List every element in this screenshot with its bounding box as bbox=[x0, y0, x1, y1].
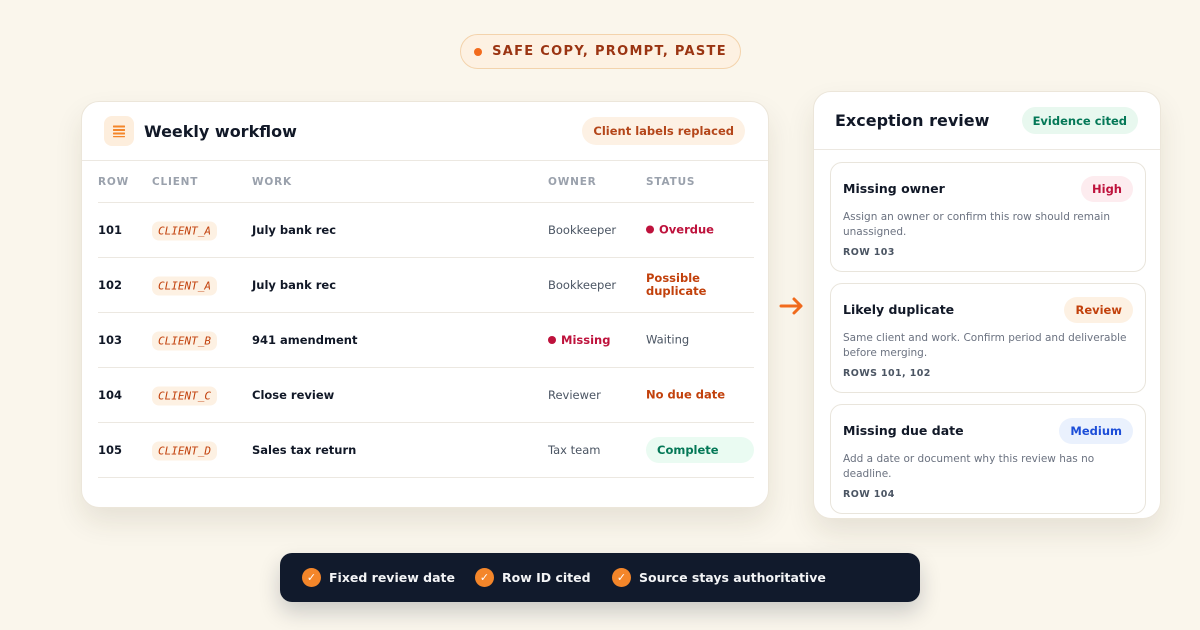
client-cell: CLIENT_A bbox=[152, 220, 217, 241]
row-id: 102 bbox=[98, 278, 123, 292]
status-text-line2: duplicate bbox=[646, 284, 707, 298]
exception-item[interactable]: Likely duplicate Review Same client and … bbox=[830, 283, 1146, 393]
work-cell: July bank rec bbox=[252, 278, 337, 292]
row-id: 103 bbox=[98, 333, 123, 347]
client-labels-badge: Client labels replaced bbox=[582, 117, 745, 145]
work-cell: Close review bbox=[252, 388, 335, 402]
exception-item[interactable]: Missing due date Medium Add a date or do… bbox=[830, 404, 1146, 514]
client-cell: CLIENT_C bbox=[152, 385, 217, 406]
owner-cell: Missing bbox=[548, 333, 610, 347]
status-cell: No due date bbox=[646, 387, 726, 402]
checklist-item: ✓ Row ID cited bbox=[475, 568, 591, 587]
table-row[interactable]: 103 CLIENT_B 941 amendment Missing Waiti… bbox=[98, 313, 754, 368]
owner-cell: Tax team bbox=[548, 443, 601, 457]
exception-title: Exception review bbox=[835, 111, 990, 130]
exception-header: Exception review Evidence cited bbox=[814, 92, 1160, 150]
row-id: 104 bbox=[98, 388, 123, 402]
work-cell: July bank rec bbox=[252, 223, 337, 237]
banner-label: SAFE COPY, PROMPT, PASTE bbox=[492, 44, 727, 59]
exception-item-ref: ROW 104 bbox=[843, 489, 895, 500]
column-header-client: CLIENT bbox=[152, 176, 199, 188]
exception-item-ref: ROWS 101, 102 bbox=[843, 368, 931, 379]
owner-text: Missing bbox=[561, 333, 611, 347]
owner-cell: Bookkeeper bbox=[548, 223, 617, 237]
alert-dot-icon bbox=[646, 225, 654, 234]
client-chip: CLIENT_C bbox=[152, 386, 217, 406]
dot-icon bbox=[474, 47, 483, 56]
table-header-row: ROW CLIENT WORK OWNER STATUS bbox=[98, 161, 754, 203]
column-header-status: STATUS bbox=[646, 176, 696, 188]
check-icon: ✓ bbox=[612, 568, 631, 587]
column-header-work: WORK bbox=[252, 176, 292, 188]
workflow-card: Weekly workflow Client labels replaced R… bbox=[81, 101, 769, 508]
exception-item-description: Add a date or document why this review h… bbox=[843, 453, 1095, 480]
severity-badge: High bbox=[1081, 176, 1133, 202]
status-cell: Waiting bbox=[646, 332, 690, 347]
owner-cell: Reviewer bbox=[548, 388, 601, 402]
checklist-label: Row ID cited bbox=[502, 570, 591, 585]
workflow-header: Weekly workflow Client labels replaced bbox=[82, 102, 768, 161]
severity-badge: Medium bbox=[1059, 418, 1133, 444]
column-header-row: ROW bbox=[98, 176, 129, 188]
exception-item-title: Missing owner bbox=[843, 181, 945, 196]
row-id: 105 bbox=[98, 443, 123, 457]
table-row[interactable]: 105 CLIENT_D Sales tax return Tax team C… bbox=[98, 423, 754, 478]
top-banner: SAFE COPY, PROMPT, PASTE bbox=[460, 34, 741, 69]
work-cell: Sales tax return bbox=[252, 443, 357, 457]
exception-item-description: Same client and work. Confirm period and… bbox=[843, 332, 1127, 359]
work-cell: 941 amendment bbox=[252, 333, 358, 347]
status-badge: Complete bbox=[646, 437, 754, 463]
client-cell: CLIENT_A bbox=[152, 275, 217, 296]
check-icon: ✓ bbox=[302, 568, 321, 587]
exception-item-description: Assign an owner or confirm this row shou… bbox=[843, 211, 1110, 238]
column-header-owner: OWNER bbox=[548, 176, 597, 188]
checklist-bar: ✓ Fixed review date ✓ Row ID cited ✓ Sou… bbox=[280, 553, 920, 602]
severity-badge: Review bbox=[1064, 297, 1133, 323]
status-cell: Overdue bbox=[646, 222, 714, 237]
exception-card: Exception review Evidence cited Missing … bbox=[813, 91, 1161, 519]
owner-cell: Bookkeeper bbox=[548, 278, 617, 292]
client-chip: CLIENT_A bbox=[152, 221, 217, 241]
exception-item-title: Missing due date bbox=[843, 423, 964, 438]
row-id: 101 bbox=[98, 223, 123, 237]
arrow-right-icon bbox=[778, 292, 806, 320]
checklist-label: Fixed review date bbox=[329, 570, 455, 585]
check-icon: ✓ bbox=[475, 568, 494, 587]
exception-item-ref: ROW 103 bbox=[843, 247, 895, 258]
checklist-label: Source stays authoritative bbox=[639, 570, 826, 585]
client-cell: CLIENT_B bbox=[152, 330, 217, 351]
table-row[interactable]: 102 CLIENT_A July bank rec Bookkeeper Po… bbox=[98, 258, 754, 313]
table-icon bbox=[104, 116, 134, 146]
checklist-item: ✓ Source stays authoritative bbox=[612, 568, 826, 587]
client-chip: CLIENT_D bbox=[152, 441, 217, 461]
client-cell: CLIENT_D bbox=[152, 440, 217, 461]
client-chip: CLIENT_B bbox=[152, 331, 217, 351]
checklist-item: ✓ Fixed review date bbox=[302, 568, 455, 587]
table-row[interactable]: 101 CLIENT_A July bank rec Bookkeeper Ov… bbox=[98, 203, 754, 258]
evidence-cited-badge: Evidence cited bbox=[1021, 107, 1138, 134]
client-chip: CLIENT_A bbox=[152, 276, 217, 296]
table-row[interactable]: 104 CLIENT_C Close review Reviewer No du… bbox=[98, 368, 754, 423]
status-cell: Possible duplicate bbox=[646, 272, 706, 298]
status-text: Overdue bbox=[659, 222, 714, 237]
alert-dot-icon bbox=[548, 336, 556, 344]
workflow-table: ROW CLIENT WORK OWNER STATUS 101 CLIENT_… bbox=[98, 161, 754, 478]
workflow-title: Weekly workflow bbox=[144, 121, 297, 141]
exception-item[interactable]: Missing owner High Assign an owner or co… bbox=[830, 162, 1146, 272]
exception-item-title: Likely duplicate bbox=[843, 302, 955, 317]
